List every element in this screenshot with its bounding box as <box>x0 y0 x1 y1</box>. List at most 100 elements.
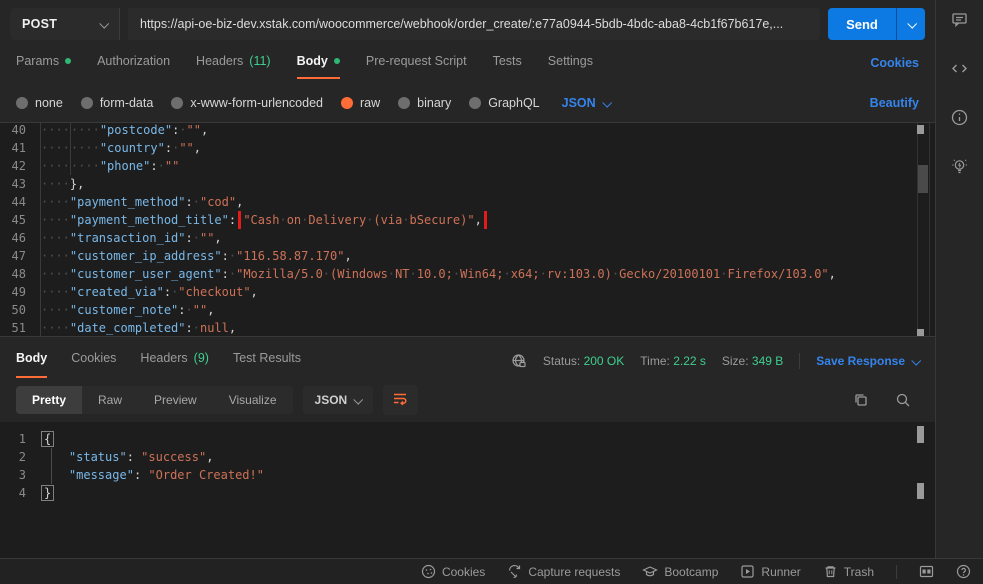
bodytype-binary[interactable]: binary <box>398 96 451 110</box>
view-visualize[interactable]: Visualize <box>213 386 293 414</box>
bulb-icon[interactable] <box>950 157 969 176</box>
chevron-down-icon <box>353 394 363 404</box>
globe-lock-icon <box>511 353 527 369</box>
search-icon[interactable] <box>895 392 911 408</box>
editor-scrollbar[interactable] <box>917 123 930 336</box>
statusbar-trash[interactable]: Trash <box>823 564 874 579</box>
line-number: 46 <box>0 229 40 247</box>
code-line: 47····"customer_ip_address":·"116.58.87.… <box>0 247 935 265</box>
line-number: 43 <box>0 175 40 193</box>
send-options-button[interactable] <box>896 8 925 40</box>
code-line: 1{ <box>0 430 935 448</box>
panels-button[interactable] <box>919 565 934 578</box>
request-tabs: Params Authorization Headers (11) Body Pre-re… <box>0 48 935 84</box>
divider <box>896 565 897 579</box>
response-meta: Status: 200 OK Time: 2.22 s Size: 349 B … <box>511 353 919 378</box>
radio-icon <box>341 97 353 109</box>
code-icon[interactable] <box>950 59 969 78</box>
line-number: 40 <box>0 122 40 139</box>
radio-label: raw <box>360 96 380 110</box>
line-number: 49 <box>0 283 40 301</box>
chevron-down-icon <box>907 18 917 28</box>
view-preview[interactable]: Preview <box>138 386 213 414</box>
scrollbar-marker <box>917 125 924 134</box>
help-button[interactable] <box>956 564 971 579</box>
response-language-dropdown[interactable]: JSON <box>303 386 374 414</box>
radio-icon <box>171 97 183 109</box>
tab-body[interactable]: Body <box>297 54 340 79</box>
response-tab-body[interactable]: Body <box>16 351 47 378</box>
tab-tests[interactable]: Tests <box>493 54 522 79</box>
method-dropdown[interactable]: POST <box>10 8 120 40</box>
statusbar-bootcamp[interactable]: Bootcamp <box>642 564 718 579</box>
save-response-button[interactable]: Save Response <box>816 354 919 368</box>
response-tab-test-results[interactable]: Test Results <box>233 351 301 378</box>
statusbar-label: Trash <box>844 565 874 579</box>
bodytype-none[interactable]: none <box>16 96 63 110</box>
help-icon <box>956 564 971 579</box>
bodytype-form-data[interactable]: form-data <box>81 96 154 110</box>
wrap-text-button[interactable] <box>383 385 418 415</box>
radio-icon <box>398 97 410 109</box>
statusbar-cookies[interactable]: Cookies <box>421 564 485 579</box>
code-line: 42········"phone":·"" <box>0 157 935 175</box>
bodytype-raw[interactable]: raw <box>341 96 380 110</box>
body-language-dropdown[interactable]: JSON <box>562 96 610 110</box>
response-header: Body Cookies Headers(9) Test Results Status… <box>0 336 935 378</box>
line-number: 41 <box>0 139 40 157</box>
tab-label: Authorization <box>97 54 170 68</box>
response-language-label: JSON <box>315 393 348 407</box>
url-input[interactable]: https://api-oe-biz-dev.xstak.com/woocomm… <box>128 8 820 40</box>
tab-label: Settings <box>548 54 593 68</box>
statusbar-label: Cookies <box>442 565 485 579</box>
comment-icon[interactable] <box>950 10 969 29</box>
bodytype-x-www-form-urlencoded[interactable]: x-www-form-urlencoded <box>171 96 323 110</box>
radio-icon <box>81 97 93 109</box>
line-number: 44 <box>0 193 40 211</box>
request-body-editor[interactable]: 40········"postcode":·"",41········"coun… <box>0 122 935 336</box>
tab-pre-request-script[interactable]: Pre-request Script <box>366 54 467 79</box>
response-tab-headers[interactable]: Headers(9) <box>140 351 209 378</box>
status-bar: Cookies Capture requests Bootcamp Runner Tra… <box>0 558 983 584</box>
code-line: 41········"country":·"", <box>0 139 935 157</box>
line-number: 47 <box>0 247 40 265</box>
tab-label: Body <box>297 54 328 68</box>
tab-authorization[interactable]: Authorization <box>97 54 170 79</box>
code-line: 45····"payment_method_title":·"Cash·on·D… <box>0 211 935 229</box>
send-button[interactable]: Send <box>828 8 896 40</box>
response-tab-cookies[interactable]: Cookies <box>71 351 116 378</box>
statusbar-label: Runner <box>761 565 800 579</box>
chevron-down-icon <box>602 97 612 107</box>
view-raw[interactable]: Raw <box>82 386 138 414</box>
tab-label: Test Results <box>233 351 301 365</box>
unsaved-changes-dot <box>334 58 340 64</box>
bodytype-graphql[interactable]: GraphQL <box>469 96 539 110</box>
chevron-down-icon <box>911 355 921 365</box>
capture-icon <box>507 564 522 579</box>
status-field: Status: 200 OK <box>543 354 624 368</box>
cookies-link[interactable]: Cookies <box>870 54 919 70</box>
beautify-link[interactable]: Beautify <box>870 96 919 110</box>
annotation-highlight-box: "Cash·on·Delivery·(via·bSecure)", <box>243 213 481 227</box>
tab-params[interactable]: Params <box>16 54 71 79</box>
send-button-group: Send <box>828 8 925 40</box>
right-sidebar <box>935 0 983 558</box>
code-line: 50····"customer_note":·"", <box>0 301 935 319</box>
statusbar-runner[interactable]: Runner <box>740 564 800 579</box>
statusbar-capture-requests[interactable]: Capture requests <box>507 564 620 579</box>
trash-icon <box>823 564 838 579</box>
line-number: 2 <box>0 448 40 466</box>
response-toolbar-right <box>853 392 919 408</box>
tab-settings[interactable]: Settings <box>548 54 593 79</box>
statusbar-label: Bootcamp <box>664 565 718 579</box>
info-icon[interactable] <box>950 108 969 127</box>
tab-label: Headers <box>196 54 243 68</box>
fold-guide-line <box>51 448 52 484</box>
unsaved-changes-dot <box>65 58 71 64</box>
scrollbar-thumb[interactable] <box>918 165 928 193</box>
tab-label: Params <box>16 54 59 68</box>
tab-headers[interactable]: Headers (11) <box>196 54 271 79</box>
view-pretty[interactable]: Pretty <box>16 386 82 414</box>
tab-count-badge: (11) <box>249 54 270 68</box>
copy-icon[interactable] <box>853 392 869 408</box>
